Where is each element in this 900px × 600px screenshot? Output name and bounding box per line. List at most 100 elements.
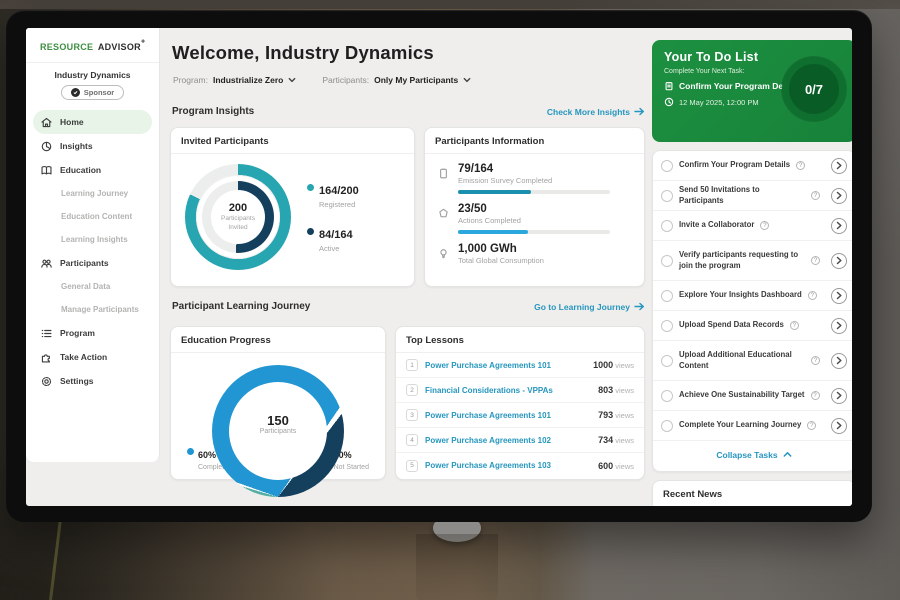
sidebar-item-education-content[interactable]: Education Content bbox=[26, 205, 159, 228]
go-to-learning-journey-link[interactable]: Go to Learning Journey bbox=[534, 302, 645, 312]
stat-label: Actions Completed bbox=[458, 216, 610, 225]
lesson-link[interactable]: Power Purchase Agreements 102 bbox=[425, 436, 551, 445]
sidebar-item-home[interactable]: Home bbox=[33, 110, 152, 134]
task-row: Upload Additional Educational Content ? bbox=[653, 341, 852, 381]
sidebar-item-learning-journey[interactable]: Learning Journey bbox=[26, 182, 159, 205]
help-icon[interactable]: ? bbox=[808, 291, 817, 300]
help-icon[interactable]: ? bbox=[811, 191, 820, 200]
collapse-tasks-link[interactable]: Collapse Tasks bbox=[653, 441, 852, 468]
lesson-row: 3 Power Purchase Agreements 101 793 view… bbox=[396, 403, 644, 428]
task-label: Upload Spend Data Records bbox=[679, 320, 784, 330]
task-go-button[interactable] bbox=[831, 288, 847, 304]
help-icon[interactable]: ? bbox=[807, 421, 816, 430]
photo-background: RESOURCE ADVISOR+ Industry Dynamics Spon… bbox=[0, 0, 900, 600]
task-go-button[interactable] bbox=[831, 418, 847, 434]
task-go-button[interactable] bbox=[831, 388, 847, 404]
task-checkbox[interactable] bbox=[661, 390, 673, 402]
legend-value: 60% bbox=[198, 450, 216, 460]
chevron-down-icon bbox=[463, 76, 471, 84]
sidebar-item-program[interactable]: Program bbox=[26, 321, 159, 345]
monitor-bezel: RESOURCE ADVISOR+ Industry Dynamics Spon… bbox=[6, 10, 872, 522]
task-label: Verify participants requesting to join t… bbox=[679, 250, 805, 270]
invited-participants-donut: 200 Participants Invited bbox=[185, 164, 291, 270]
help-icon[interactable]: ? bbox=[760, 221, 769, 230]
survey-icon bbox=[437, 167, 450, 180]
sidebar-item-insights[interactable]: Insights bbox=[26, 134, 159, 158]
donut-legend: 164/200 Registered 84/164 Active bbox=[307, 181, 359, 253]
section-title: Participant Learning Journey bbox=[172, 301, 310, 312]
sidebar-item-settings[interactable]: Settings bbox=[26, 369, 159, 393]
recent-news-card: Recent News bbox=[652, 480, 852, 506]
check-more-insights-link[interactable]: Check More Insights bbox=[547, 107, 645, 117]
card-title: Recent News bbox=[653, 481, 852, 506]
sidebar-item-education[interactable]: Education bbox=[26, 158, 159, 182]
task-checkbox[interactable] bbox=[661, 190, 673, 202]
lesson-row: 4 Power Purchase Agreements 102 734 view… bbox=[396, 428, 644, 453]
lesson-link[interactable]: Power Purchase Agreements 101 bbox=[425, 411, 551, 420]
sidebar-item-label: Home bbox=[60, 117, 84, 127]
task-checkbox[interactable] bbox=[661, 420, 673, 432]
sidebar-item-general-data[interactable]: General Data bbox=[26, 275, 159, 298]
task-row: Invite a Collaborator ? bbox=[653, 211, 852, 241]
list-icon bbox=[40, 327, 53, 340]
card-title: Participants Information bbox=[425, 128, 644, 154]
help-icon[interactable]: ? bbox=[811, 256, 820, 265]
legend-label: Not Started bbox=[334, 464, 369, 471]
task-go-button[interactable] bbox=[831, 318, 847, 334]
education-progress-gauge: 150 Participants bbox=[212, 365, 344, 431]
sidebar-item-take-action[interactable]: Take Action bbox=[26, 345, 159, 369]
lesson-link[interactable]: Power Purchase Agreements 101 bbox=[425, 361, 551, 370]
participants-filter-label: Participants: bbox=[322, 75, 369, 85]
task-go-button[interactable] bbox=[831, 253, 847, 269]
lesson-row: 5 Power Purchase Agreements 103 600 view… bbox=[396, 453, 644, 478]
link-label: Check More Insights bbox=[547, 107, 630, 117]
legend-dot-active bbox=[307, 228, 314, 235]
lesson-views: 1000 views bbox=[593, 360, 634, 370]
donut-center-value: 200 bbox=[229, 202, 247, 214]
participants-dropdown[interactable]: Participants: Only My Participants bbox=[322, 75, 471, 85]
task-row: Verify participants requesting to join t… bbox=[653, 241, 852, 281]
home-icon bbox=[40, 116, 53, 129]
card-title: Top Lessons bbox=[396, 327, 644, 353]
sidebar-item-learning-insights[interactable]: Learning Insights bbox=[26, 228, 159, 251]
insights-icon bbox=[40, 140, 53, 153]
filter-bar: Program: Industrialize Zero Participants… bbox=[173, 75, 471, 85]
book-icon bbox=[40, 164, 53, 177]
sidebar: RESOURCE ADVISOR+ Industry Dynamics Spon… bbox=[26, 28, 160, 462]
sidebar-item-manage-participants[interactable]: Manage Participants bbox=[26, 298, 159, 321]
task-go-button[interactable] bbox=[831, 218, 847, 234]
invited-participants-card: Invited Participants 200 Participants In… bbox=[170, 127, 415, 287]
lesson-row: 2 Financial Considerations - VPPAs 803 v… bbox=[396, 378, 644, 403]
task-go-button[interactable] bbox=[831, 158, 847, 174]
todo-task-list: Confirm Your Program Details ? Send 50 I… bbox=[652, 150, 852, 472]
task-checkbox[interactable] bbox=[661, 160, 673, 172]
task-checkbox[interactable] bbox=[661, 220, 673, 232]
task-label: Send 50 Invitations to Participants bbox=[679, 185, 805, 205]
task-go-button[interactable] bbox=[831, 188, 847, 204]
task-row: Upload Spend Data Records ? bbox=[653, 311, 852, 341]
card-title: Education Progress bbox=[171, 327, 385, 353]
sidebar-item-label: Participants bbox=[60, 258, 109, 268]
help-icon[interactable]: ? bbox=[811, 391, 820, 400]
sidebar-item-participants[interactable]: Participants bbox=[26, 251, 159, 275]
help-icon[interactable]: ? bbox=[796, 161, 805, 170]
lesson-views: 600 views bbox=[598, 461, 634, 471]
legend-label: Registered bbox=[319, 200, 359, 209]
sidebar-item-label: General Data bbox=[61, 282, 110, 291]
task-checkbox[interactable] bbox=[661, 255, 673, 267]
task-checkbox[interactable] bbox=[661, 320, 673, 332]
bulb-icon bbox=[437, 247, 450, 260]
card-title: Invited Participants bbox=[171, 128, 414, 154]
task-checkbox[interactable] bbox=[661, 290, 673, 302]
help-icon[interactable]: ? bbox=[790, 321, 799, 330]
lesson-link[interactable]: Financial Considerations - VPPAs bbox=[425, 386, 553, 395]
task-go-button[interactable] bbox=[831, 353, 847, 369]
program-dropdown[interactable]: Program: Industrialize Zero bbox=[173, 75, 296, 85]
help-icon[interactable]: ? bbox=[811, 356, 820, 365]
stat-value: 23/50 bbox=[458, 203, 610, 215]
lesson-link[interactable]: Power Purchase Agreements 103 bbox=[425, 461, 551, 470]
progress-fill bbox=[458, 190, 531, 194]
task-checkbox[interactable] bbox=[661, 355, 673, 367]
todo-counter: 0/7 bbox=[805, 82, 823, 97]
collapse-label: Collapse Tasks bbox=[716, 450, 777, 460]
